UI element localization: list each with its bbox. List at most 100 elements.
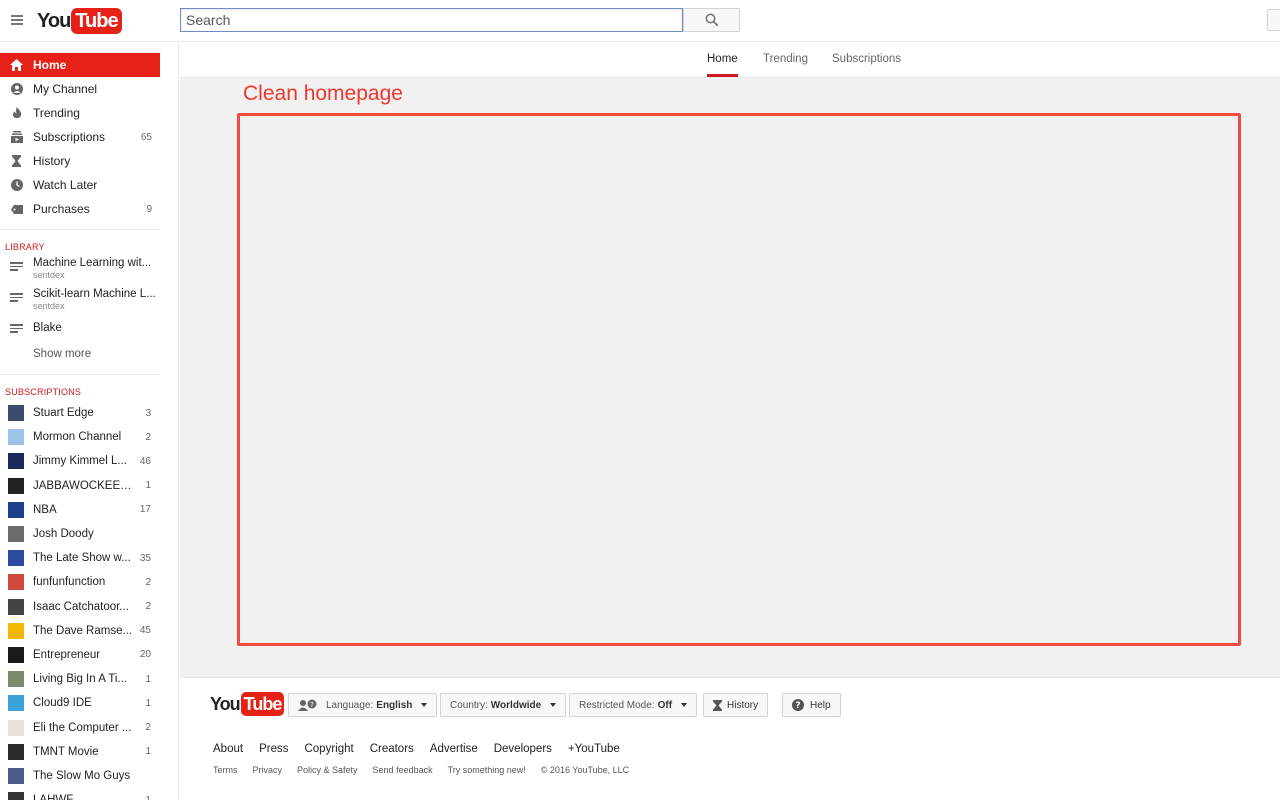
subscription-item[interactable]: Cloud9 IDE 1 <box>0 691 160 715</box>
footer-link[interactable]: Creators <box>370 743 414 755</box>
subscription-item[interactable]: Eli the Computer ... 2 <box>0 715 160 739</box>
footer-link[interactable]: Copyright <box>304 743 353 755</box>
history-label: History <box>727 699 759 711</box>
footer-logo[interactable]: You Tube <box>210 692 285 716</box>
hourglass-icon <box>713 699 722 711</box>
guide-sidebar: Home My Channel Trending Subscriptions 65 His… <box>0 43 179 800</box>
subscription-label: NBA <box>33 503 57 516</box>
footer-link[interactable]: Developers <box>494 743 552 755</box>
tab-trending[interactable]: Trending <box>763 43 808 77</box>
sidebar-item-history[interactable]: History <box>0 149 160 173</box>
footer-sublink[interactable]: Send feedback <box>373 765 433 775</box>
annotation-box <box>237 113 1241 646</box>
channel-avatar <box>8 622 24 639</box>
footer-link[interactable]: About <box>213 743 243 755</box>
channel-avatar <box>8 477 24 494</box>
footer-sublink[interactable]: Policy & Safety <box>297 765 358 775</box>
subscription-item[interactable]: Entrepreneur 20 <box>0 643 160 667</box>
subscription-count: 17 <box>139 504 151 516</box>
main-content: Home Trending Subscriptions Clean homepa… <box>180 43 1280 800</box>
subscription-label: Eli the Computer ... <box>33 721 132 734</box>
library-item-title: Scikit-learn Machine L... <box>33 288 156 300</box>
hourglass-icon <box>10 155 23 168</box>
user-icon <box>10 83 23 96</box>
subscription-label: The Slow Mo Guys <box>33 769 131 782</box>
subscription-item[interactable]: JABBAWOCKEEZ... 1 <box>0 474 160 498</box>
sidebar-item-watch-later[interactable]: Watch Later <box>0 173 160 197</box>
subscription-item[interactable]: The Dave Ramse... 45 <box>0 619 160 643</box>
footer-link[interactable]: Press <box>259 743 288 755</box>
subscription-count: 45 <box>139 625 151 637</box>
footer-sublink[interactable]: Terms <box>213 765 238 775</box>
channel-avatar <box>8 429 24 446</box>
subscription-label: Mormon Channel <box>33 431 122 444</box>
sidebar-item-count: 9 <box>146 203 152 215</box>
subscription-item[interactable]: TMNT Movie 1 <box>0 740 160 764</box>
subscription-item[interactable]: Josh Doody <box>0 522 160 546</box>
footer-link[interactable]: +YouTube <box>568 743 620 755</box>
restricted-value: Off <box>657 699 673 711</box>
subscription-item[interactable]: Isaac Catchatoor... 2 <box>0 595 160 619</box>
footer-links: About Press Copyright Creators Advertise Deve… <box>213 743 636 755</box>
subscription-label: The Late Show w... <box>33 552 131 565</box>
copyright-text: © 2016 YouTube, LLC <box>540 765 630 775</box>
menu-icon[interactable] <box>11 15 23 25</box>
subscription-item[interactable]: Jimmy Kimmel L... 46 <box>0 449 160 473</box>
subscription-item[interactable]: Living Big In A Ti... 1 <box>0 667 160 691</box>
sidebar-item-label: History <box>33 154 71 168</box>
subscription-item[interactable]: NBA 17 <box>0 498 160 522</box>
footer-logo-you-text: You <box>210 693 241 714</box>
tab-home[interactable]: Home <box>707 43 738 77</box>
language-picker-button[interactable]: ? Language: English <box>288 693 438 717</box>
library-item[interactable]: Scikit-learn Machine L... sentdex <box>0 287 160 318</box>
subscriptions-icon <box>10 131 23 144</box>
subscription-item[interactable]: Stuart Edge 3 <box>0 401 160 425</box>
subscription-label: Isaac Catchatoor... <box>33 600 129 613</box>
subscription-count: 2 <box>145 576 151 588</box>
subscription-label: Living Big In A Ti... <box>33 673 127 686</box>
help-button[interactable]: ? Help <box>782 693 841 717</box>
channel-avatar <box>8 453 24 470</box>
subscription-count: 1 <box>145 480 151 492</box>
sidebar-item-my-channel[interactable]: My Channel <box>0 77 160 101</box>
tab-subscriptions[interactable]: Subscriptions <box>832 43 901 77</box>
subscription-item[interactable]: Mormon Channel 2 <box>0 425 160 449</box>
playlist-icon <box>10 262 23 273</box>
show-more-link[interactable]: Show more <box>0 342 160 366</box>
sidebar-item-purchases[interactable]: Purchases 9 <box>0 197 160 221</box>
footer-sublink[interactable]: Privacy <box>253 765 283 775</box>
subscription-count: 20 <box>139 649 151 661</box>
search-input[interactable] <box>180 8 683 32</box>
library-item[interactable]: Blake <box>0 318 160 342</box>
history-button[interactable]: History <box>703 693 769 717</box>
svg-text:?: ? <box>795 701 800 711</box>
restricted-mode-button[interactable]: Restricted Mode: Off <box>569 693 698 717</box>
footer-link[interactable]: Advertise <box>430 743 478 755</box>
sidebar-item-home[interactable]: Home <box>0 53 160 77</box>
upload-button[interactable] <box>1267 9 1280 31</box>
subscription-label: Jimmy Kimmel L... <box>33 455 127 468</box>
subscriptions-heading: SUBSCRIPTIONS <box>5 387 82 397</box>
subscription-item[interactable]: LAHWF1 <box>0 788 160 800</box>
subscription-item[interactable]: The Late Show w... 35 <box>0 546 160 570</box>
sidebar-item-label: Home <box>33 58 67 72</box>
subscription-item[interactable]: funfunfunction 2 <box>0 570 160 594</box>
library-item[interactable]: Machine Learning wit... sentdex <box>0 256 160 287</box>
search-button[interactable] <box>683 8 740 32</box>
youtube-logo[interactable]: You Tube <box>37 8 122 34</box>
sidebar-item-subscriptions[interactable]: Subscriptions 65 <box>0 125 160 149</box>
subscription-label: The Dave Ramse... <box>33 624 133 637</box>
sidebar-item-trending[interactable]: Trending <box>0 101 160 125</box>
channel-avatar <box>8 719 24 736</box>
channel-avatar <box>8 598 24 615</box>
help-icon: ? <box>792 699 804 711</box>
subscription-count: 2 <box>145 722 151 734</box>
sidebar-item-label: Purchases <box>33 202 90 216</box>
subscription-label: funfunfunction <box>33 576 106 589</box>
sidebar-item-label: Watch Later <box>33 178 98 192</box>
subscription-item[interactable]: The Slow Mo Guys <box>0 764 160 788</box>
country-picker-button[interactable]: Country: Worldwide <box>440 693 567 717</box>
svg-text:?: ? <box>310 701 314 709</box>
search-icon <box>705 13 718 27</box>
footer-sublink[interactable]: Try something new! <box>448 765 526 775</box>
